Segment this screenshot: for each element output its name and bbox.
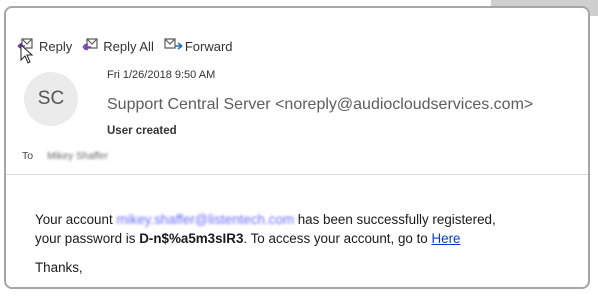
message-date: Fri 1/26/2018 9:50 AM	[107, 69, 216, 81]
forward-button[interactable]: Forward	[163, 37, 233, 56]
reply-all-icon	[81, 37, 103, 56]
body-text: Your account	[35, 212, 117, 227]
body-text: your password is	[35, 231, 140, 246]
account-email-link[interactable]: mikey.shaffer@listentech.com	[116, 212, 294, 227]
message-body: Your account mikey.shaffer@listentech.co…	[35, 210, 588, 277]
body-line-1: Your account mikey.shaffer@listentech.co…	[35, 210, 588, 229]
to-label: To	[22, 150, 34, 162]
sender-name[interactable]: Support Central Server <noreply@audioclo…	[107, 96, 533, 114]
reply-all-label: Reply All	[103, 39, 154, 54]
message-actions-toolbar: Reply Reply All Forward	[17, 37, 242, 56]
category-label: User created	[107, 125, 177, 137]
mouse-pointer-icon	[20, 43, 34, 69]
recipient-name[interactable]: Mikey Shaffer	[47, 151, 108, 162]
forward-label: Forward	[184, 39, 233, 54]
body-text: has been successfully registered,	[293, 212, 496, 227]
sender-avatar: SC	[24, 72, 78, 126]
screenshot-canvas: Reply Reply All Forward SC Fri 1/26/2018…	[0, 0, 598, 295]
body-line-2: your password is D-n$%a5m3sIR3. To acces…	[35, 229, 588, 248]
password-value: D-n$%a5m3sIR3	[139, 231, 244, 246]
recipient-row: To Mikey Shaffer	[22, 150, 108, 162]
email-reading-pane: Reply Reply All Forward SC Fri 1/26/2018…	[4, 6, 590, 289]
header-divider	[6, 174, 588, 175]
closing-text: Thanks,	[35, 260, 83, 275]
here-link[interactable]: Here	[431, 231, 460, 246]
forward-icon	[163, 37, 185, 56]
reply-label: Reply	[39, 39, 73, 54]
body-text: . To access your account, go to	[243, 231, 432, 246]
reply-all-button[interactable]: Reply All	[81, 37, 154, 56]
